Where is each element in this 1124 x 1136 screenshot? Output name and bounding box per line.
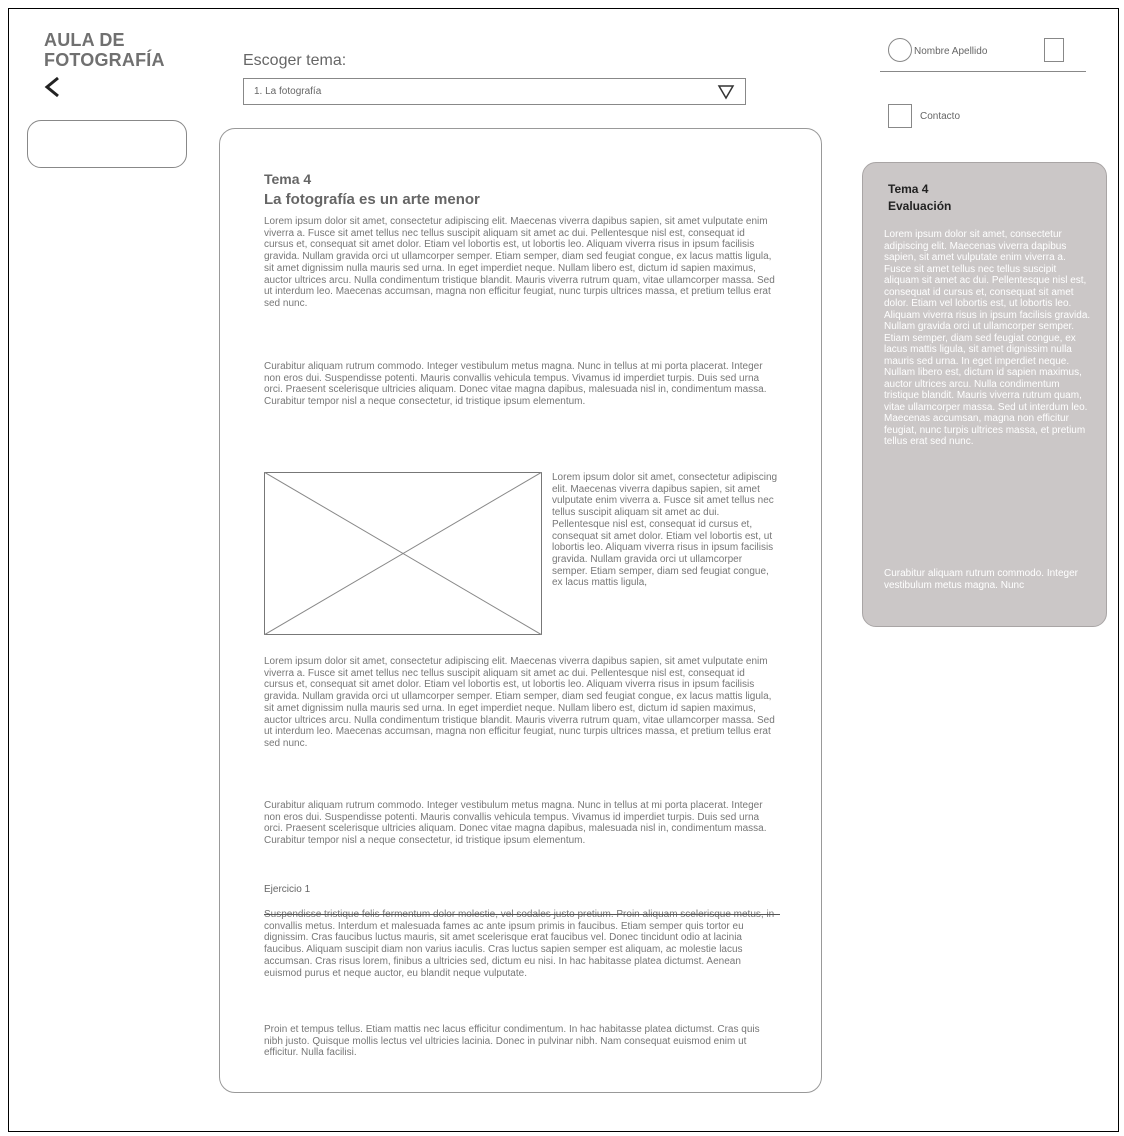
strikethrough-line [264,914,780,915]
exercise-title: Ejercicio 1 [264,884,311,895]
theme-number: Tema 4 [264,171,312,187]
topic-select-value: 1. La fotografía [254,86,322,97]
chevron-left-icon[interactable] [42,75,64,99]
theme-title: La fotografía es un arte menor [264,191,480,208]
contact-checkbox[interactable] [888,104,912,128]
side-nav-box[interactable] [27,120,187,168]
content-paragraph-2: Curabitur aliquam rutrum commodo. Intege… [264,361,767,408]
image-placeholder-icon [264,472,542,635]
evaluation-paragraph-1: Lorem ipsum dolor sit amet, consectetur … [884,229,1091,447]
evaluation-theme-number: Tema 4 [888,182,929,196]
brand-line-1: AULA DE [44,30,125,50]
exercise-paragraph-1: Suspendisse tristique felis fermentum do… [264,909,774,979]
user-menu-box[interactable] [1044,38,1064,62]
exercise-paragraph-2: Proin et tempus tellus. Etiam mattis nec… [264,1024,760,1059]
triangle-down-icon[interactable] [717,84,735,100]
user-divider [880,71,1086,72]
content-paragraph-4: Curabitur aliquam rutrum commodo. Intege… [264,800,767,847]
user-name[interactable]: Nombre Apellido [914,46,987,57]
avatar-circle-icon[interactable] [888,38,912,62]
choose-topic-label: Escoger tema: [243,52,347,69]
topic-select[interactable]: 1. La fotografía [243,78,746,105]
app-brand: AULA DE FOTOGRAFÍA [44,30,165,70]
content-paragraph-1: Lorem ipsum dolor sit amet, consectetur … [264,216,775,309]
evaluation-paragraph-2: Curabitur aliquam rutrum commodo. Intege… [884,568,1078,591]
contact-label[interactable]: Contacto [920,111,960,122]
image-side-text: Lorem ipsum dolor sit amet, consectetur … [552,472,778,589]
evaluation-title: Evaluación [888,199,952,213]
content-paragraph-3: Lorem ipsum dolor sit amet, consectetur … [264,656,775,749]
brand-line-2: FOTOGRAFÍA [44,50,165,70]
